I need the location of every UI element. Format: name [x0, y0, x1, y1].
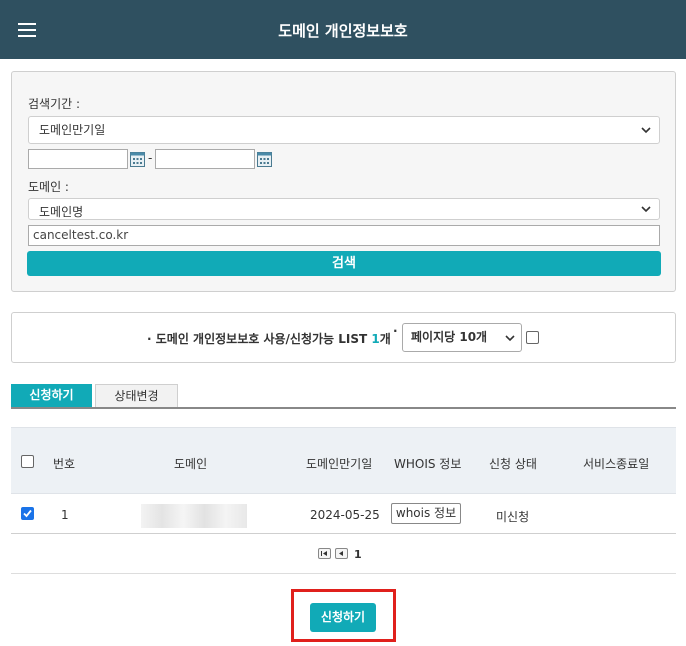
prev-page-glyph — [339, 551, 343, 556]
column-header-no: 번호 — [53, 457, 76, 471]
list-caption-prefix: · 도메인 개인정보보호 사용/신청가능 LIST — [147, 332, 372, 346]
period-select[interactable]: 도메인만기일 — [28, 116, 660, 144]
first-page-glyph — [321, 551, 327, 556]
table-header: 번호 도메인 도메인만기일 WHOIS 정보 신청 상태 서비스종료일 — [11, 427, 676, 494]
date-separator: - — [148, 151, 153, 165]
whois-info-button[interactable]: whois 정보 — [391, 503, 461, 524]
row-no: 1 — [61, 508, 69, 522]
check-icon — [23, 509, 32, 518]
period-select-value: 도메인만기일 — [39, 123, 106, 137]
chevron-down-icon — [641, 206, 651, 213]
tab-apply[interactable]: 신청하기 — [11, 384, 92, 407]
date-to-input[interactable] — [155, 149, 255, 169]
column-header-status: 신청 상태 — [489, 457, 537, 471]
select-all-checkbox[interactable] — [21, 455, 34, 468]
per-page-value: 페이지당 10개 — [411, 330, 488, 344]
domain-label: 도메인 : — [28, 180, 69, 194]
bullet: · — [393, 324, 398, 338]
domain-type-select-value: 도메인명 — [39, 205, 84, 219]
prev-page-icon[interactable] — [335, 548, 348, 559]
row-domain-redacted — [141, 504, 247, 528]
option-checkbox[interactable] — [526, 331, 539, 344]
column-header-end-date: 서비스종료일 — [583, 457, 650, 471]
row-checkbox[interactable] — [21, 507, 34, 520]
list-caption-suffix: 개 — [379, 332, 391, 346]
calendar-icon[interactable] — [130, 151, 145, 167]
tab-status-change[interactable]: 상태변경 — [95, 384, 178, 407]
per-page-select[interactable]: 페이지당 10개 — [402, 323, 522, 352]
list-info-panel: · 도메인 개인정보보호 사용/신청가능 LIST 1개 · 페이지당 10개 — [11, 312, 676, 363]
top-bar: 도메인 개인정보보호 — [0, 0, 686, 59]
first-page-icon[interactable] — [318, 548, 331, 559]
chevron-down-icon — [641, 127, 651, 134]
domain-type-select[interactable]: 도메인명 — [28, 198, 660, 220]
search-button[interactable]: 검색 — [27, 251, 661, 276]
list-count: 1 — [371, 332, 380, 346]
search-panel: 검색기간 : 도메인만기일 - 도메인 : 도메인명 canceltest.co… — [11, 71, 676, 292]
chevron-down-icon — [505, 335, 515, 342]
divider — [11, 573, 676, 574]
domain-search-input[interactable]: canceltest.co.kr — [28, 225, 660, 246]
page-title: 도메인 개인정보보호 — [278, 22, 408, 40]
row-expiry: 2024-05-25 — [310, 508, 380, 522]
period-label: 검색기간 : — [28, 97, 81, 111]
column-header-domain: 도메인 — [174, 457, 208, 471]
column-header-expiry: 도메인만기일 — [306, 457, 373, 471]
date-from-input[interactable] — [28, 149, 128, 169]
table-row: 1 2024-05-25 whois 정보 미신청 — [11, 494, 676, 534]
column-header-whois: WHOIS 정보 — [394, 457, 462, 471]
apply-button[interactable]: 신청하기 — [310, 603, 376, 632]
calendar-icon[interactable] — [257, 151, 272, 167]
tab-underline — [11, 407, 676, 409]
current-page[interactable]: 1 — [354, 548, 362, 561]
row-status: 미신청 — [496, 510, 530, 524]
list-caption: · 도메인 개인정보보호 사용/신청가능 LIST 1개 — [147, 330, 391, 347]
